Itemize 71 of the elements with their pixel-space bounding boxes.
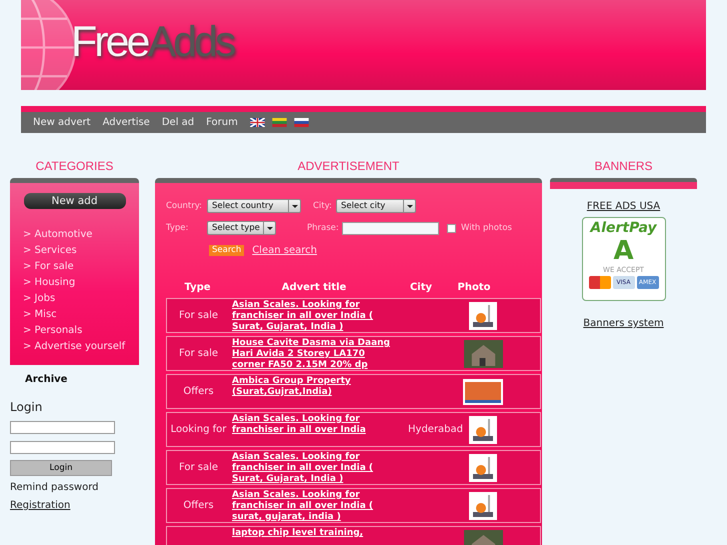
username-field[interactable] — [10, 421, 115, 434]
nav-link[interactable]: Forum — [206, 117, 238, 128]
brand-mark: A — [613, 236, 634, 266]
checkbox[interactable] — [447, 224, 456, 232]
advert-title-link[interactable]: Asian Scales. Looking for franchiser in all over India ( Surat, Gujarat, India ) — [232, 452, 400, 485]
category-link[interactable]: > Personals — [23, 323, 139, 339]
section-title: BANNERS — [594, 159, 652, 174]
photo-placeholder[interactable] — [464, 340, 502, 368]
caret-icon — [263, 222, 275, 234]
type-cell: Offers — [183, 500, 214, 511]
section-title: CATEGORIES — [34, 159, 114, 174]
city-cell: Hyderabad — [408, 424, 463, 435]
advert-title-link[interactable]: Asian Scales. Looking for franchiser in all over India ( surat, gujarat, india ) — [232, 490, 400, 523]
site-logo: FreeAdds — [71, 18, 234, 67]
type-cell: For sale — [178, 310, 218, 321]
category-link[interactable]: > Housing — [23, 275, 139, 291]
column-header: Advert title — [280, 282, 348, 292]
card-icon — [588, 276, 610, 289]
remind-password-text: Remind password — [10, 482, 100, 493]
caret-icon — [288, 200, 300, 212]
column-header: Type — [183, 282, 212, 292]
caret-icon — [403, 200, 415, 212]
photo-placeholder[interactable] — [463, 378, 503, 404]
advert-title-link[interactable]: Asian Scales. Looking for franchiser in all over India ( Surat, Gujarat, India ) — [232, 300, 400, 333]
flag-icon[interactable] — [294, 118, 309, 127]
advert-title-link[interactable]: laptop chip level training, — [232, 528, 400, 539]
field-label: Country: — [166, 201, 204, 211]
field-label: Type: — [166, 223, 190, 233]
phrase-field[interactable] — [342, 222, 439, 234]
login-title: Login — [10, 400, 44, 414]
advert-title-link[interactable]: Ambica Group Property (Surat,Gujrat,India) — [232, 376, 400, 398]
search-button[interactable]: Search — [209, 244, 244, 256]
flag-icon[interactable] — [250, 118, 265, 127]
photo-placeholder[interactable] — [469, 454, 497, 482]
category-link[interactable]: > Services — [23, 243, 139, 259]
advert-title-link[interactable]: Asian Scales. Looking for franchiser in all over India — [232, 414, 400, 436]
select-dropdown[interactable]: Select type — [207, 221, 276, 235]
login-button[interactable]: Login — [10, 460, 112, 476]
field-label: Phrase: — [307, 223, 340, 233]
type-cell: Offers — [183, 386, 214, 397]
category-link[interactable]: > Advertise yourself — [23, 339, 139, 355]
category-link[interactable]: > Automotive — [23, 227, 139, 243]
password-field[interactable] — [10, 441, 115, 454]
section-title: ADVERTISEMENT — [296, 159, 400, 174]
column-header: Photo — [456, 282, 492, 292]
field-label: City: — [313, 201, 333, 211]
banners-system-link[interactable]: Banners system — [583, 318, 664, 329]
type-cell: For sale — [178, 462, 218, 473]
category-link[interactable]: > For sale — [23, 259, 139, 275]
category-link[interactable]: > Misc — [23, 307, 139, 323]
type-cell: For sale — [178, 348, 218, 359]
select-dropdown[interactable]: Select city — [336, 199, 416, 213]
free-ads-usa-link[interactable]: FREE ADS USA — [586, 201, 660, 212]
nav-link[interactable]: Advertise — [102, 117, 150, 128]
type-cell: Looking for — [170, 424, 226, 435]
checkbox-label: With photos — [461, 223, 512, 233]
new-add-button[interactable]: New add — [24, 193, 126, 209]
nav-link[interactable]: Del ad — [162, 117, 194, 128]
category-link[interactable]: > Jobs — [23, 291, 139, 307]
registration-link[interactable]: Registration — [10, 500, 139, 511]
flag-icon[interactable] — [272, 118, 287, 127]
brand-text: AlertPay — [590, 220, 657, 236]
photo-placeholder[interactable] — [469, 492, 497, 520]
photo-placeholder[interactable] — [469, 302, 497, 330]
nav-link[interactable]: New advert — [33, 117, 91, 128]
column-header: City — [408, 282, 434, 292]
advert-title-link[interactable]: House Cavite Dasma via Daang Hari Avida 2 Storey LA170 corner FA50 2.15M 20% dp — [232, 338, 400, 371]
photo-placeholder[interactable] — [469, 416, 497, 444]
select-dropdown[interactable]: Select country — [207, 199, 301, 213]
clean-search-link[interactable]: Clean search — [252, 244, 317, 256]
archive-link[interactable]: Archive — [25, 374, 139, 385]
